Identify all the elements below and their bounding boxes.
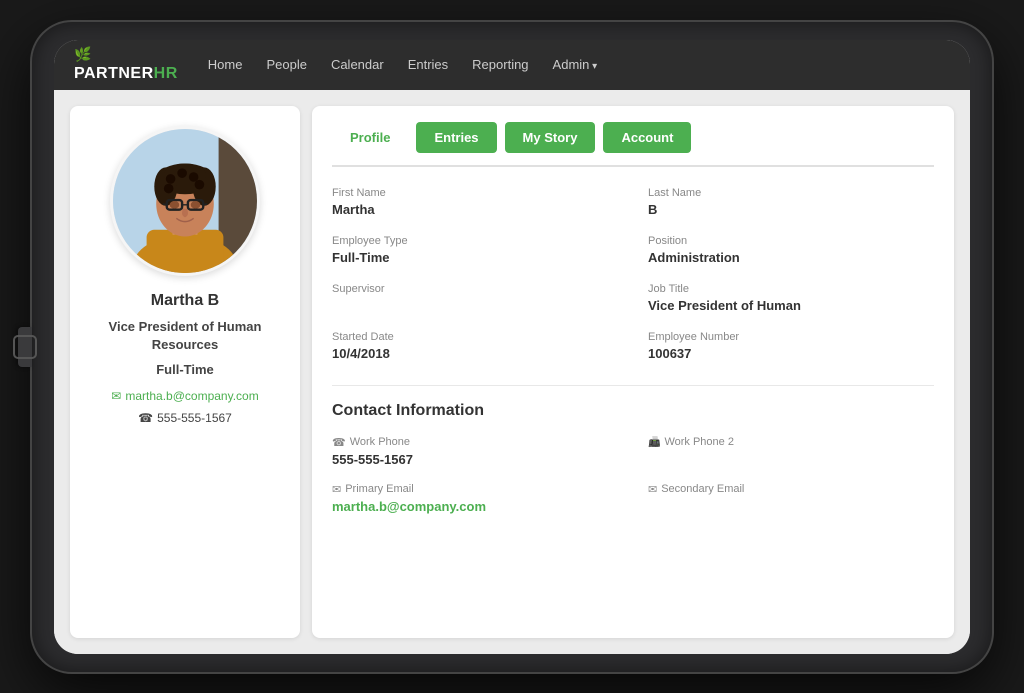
- field-job-title: Job Title Vice President of Human: [648, 283, 934, 313]
- contact-secondary-email-label: Secondary Email: [648, 483, 934, 496]
- field-position: Position Administration: [648, 235, 934, 265]
- contact-work-phone-2: Work Phone 2: [648, 436, 934, 467]
- tab-entries[interactable]: Entries: [416, 122, 496, 153]
- profile-email-link[interactable]: ✉ martha.b@company.com: [111, 389, 258, 403]
- field-supervisor: Supervisor: [332, 283, 618, 313]
- contact-section-heading: Contact Information: [332, 402, 934, 420]
- tab-account[interactable]: Account: [603, 122, 691, 153]
- contact-work-phone: Work Phone 555-555-1567: [332, 436, 618, 467]
- nav-home[interactable]: Home: [208, 57, 243, 72]
- nav-people[interactable]: People: [266, 57, 306, 72]
- nav-reporting[interactable]: Reporting: [472, 57, 528, 72]
- field-last-name-value: B: [648, 202, 934, 217]
- field-employee-number-label: Employee Number: [648, 331, 934, 343]
- phone-value: 555-555-1567: [157, 411, 232, 425]
- main-content: Martha B Vice President of Human Resourc…: [54, 90, 970, 654]
- field-first-name-value: Martha: [332, 202, 618, 217]
- email-icon-2: [648, 483, 657, 496]
- contact-grid: Work Phone 555-555-1567 Work Phone 2: [332, 436, 934, 514]
- contact-primary-email-label: Primary Email: [332, 483, 618, 496]
- tab-bar: Profile Entries My Story Account: [332, 122, 934, 167]
- nav-admin[interactable]: Admin: [553, 57, 598, 72]
- field-first-name: First Name Martha: [332, 187, 618, 217]
- profile-title: Vice President of Human Resources: [86, 318, 284, 354]
- field-position-value: Administration: [648, 250, 934, 265]
- divider: [332, 385, 934, 386]
- field-job-title-value: Vice President of Human: [648, 298, 934, 313]
- nav-calendar[interactable]: Calendar: [331, 57, 384, 72]
- email-icon: ✉: [111, 389, 121, 403]
- fields-grid: First Name Martha Last Name B Employee T…: [332, 187, 934, 361]
- field-started-date-label: Started Date: [332, 331, 618, 343]
- field-started-date: Started Date 10/4/2018: [332, 331, 618, 361]
- field-employee-number-value: 100637: [648, 346, 934, 361]
- tab-profile[interactable]: Profile: [332, 122, 408, 153]
- field-employee-number: Employee Number 100637: [648, 331, 934, 361]
- top-nav: 🌿 PARTNERHR Home People Calendar Entries…: [54, 40, 970, 90]
- field-supervisor-label: Supervisor: [332, 283, 618, 295]
- profile-name: Martha B: [151, 292, 219, 310]
- field-started-date-value: 10/4/2018: [332, 346, 618, 361]
- nav-entries[interactable]: Entries: [408, 57, 448, 72]
- field-job-title-label: Job Title: [648, 283, 934, 295]
- tab-my-story[interactable]: My Story: [505, 122, 596, 153]
- field-employee-type-value: Full-Time: [332, 250, 618, 265]
- field-last-name: Last Name B: [648, 187, 934, 217]
- nav-items: Home People Calendar Entries Reporting A…: [208, 57, 597, 72]
- email-value: martha.b@company.com: [125, 389, 258, 403]
- contact-primary-email: Primary Email martha.b@company.com: [332, 483, 618, 514]
- detail-panel: Profile Entries My Story Account First N…: [312, 106, 954, 638]
- profile-employment-type: Full-Time: [156, 362, 214, 377]
- tablet-screen: 🌿 PARTNERHR Home People Calendar Entries…: [54, 40, 970, 654]
- phone-icon: ☎: [138, 411, 153, 425]
- tablet-side-button[interactable]: [18, 327, 32, 367]
- contact-work-phone-2-label: Work Phone 2: [648, 436, 934, 448]
- fax-icon: [648, 436, 660, 448]
- tablet-frame: 🌿 PARTNERHR Home People Calendar Entries…: [32, 22, 992, 672]
- logo-icon: 🌿: [74, 46, 178, 63]
- profile-card: Martha B Vice President of Human Resourc…: [70, 106, 300, 638]
- contact-work-phone-label: Work Phone: [332, 436, 618, 449]
- field-employee-type: Employee Type Full-Time: [332, 235, 618, 265]
- field-employee-type-label: Employee Type: [332, 235, 618, 247]
- field-last-name-label: Last Name: [648, 187, 934, 199]
- logo: 🌿 PARTNERHR: [74, 46, 178, 83]
- field-first-name-label: First Name: [332, 187, 618, 199]
- field-position-label: Position: [648, 235, 934, 247]
- contact-work-phone-value: 555-555-1567: [332, 452, 618, 467]
- profile-phone: ☎ 555-555-1567: [138, 411, 232, 425]
- contact-primary-email-value[interactable]: martha.b@company.com: [332, 499, 618, 514]
- avatar: [110, 126, 260, 276]
- contact-secondary-email: Secondary Email: [648, 483, 934, 514]
- email-icon: [332, 483, 341, 496]
- phone-icon: [332, 436, 346, 449]
- logo-text: PARTNERHR: [74, 65, 178, 82]
